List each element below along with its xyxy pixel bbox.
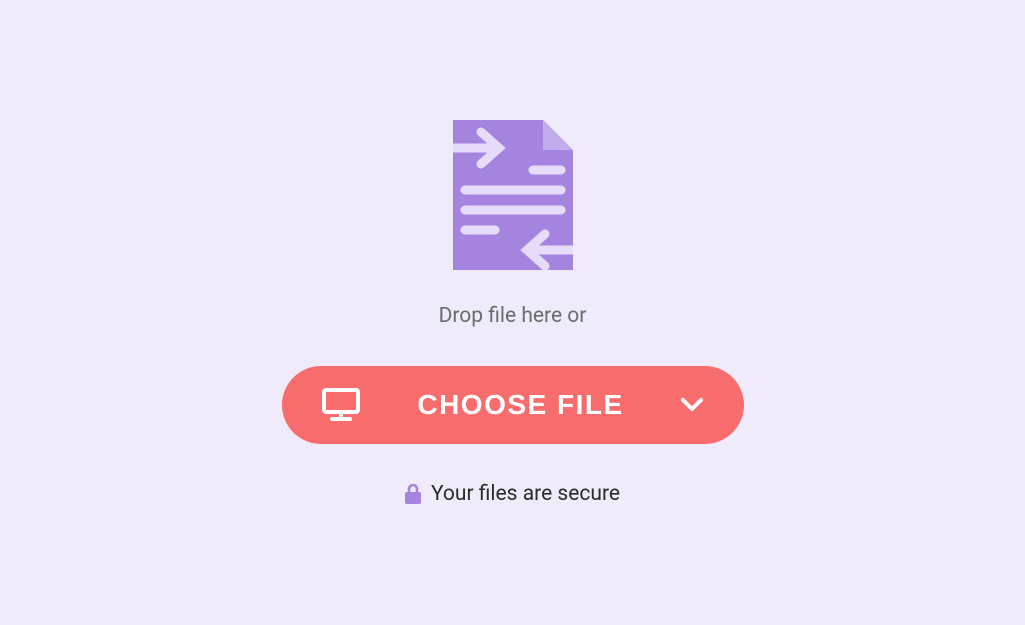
chevron-down-icon [681,398,703,412]
lock-icon [405,484,421,504]
desktop-icon [322,388,360,422]
choose-file-button[interactable]: CHOOSE FILE [282,366,744,444]
file-transfer-icon [453,120,573,274]
drop-file-text: Drop file here or [439,304,587,328]
secure-files-text: Your files are secure [431,482,620,506]
secure-files-row: Your files are secure [405,482,620,506]
file-uploader: Drop file here or CHOOSE FILE Your files… [282,120,744,506]
choose-file-label: CHOOSE FILE [417,389,623,421]
